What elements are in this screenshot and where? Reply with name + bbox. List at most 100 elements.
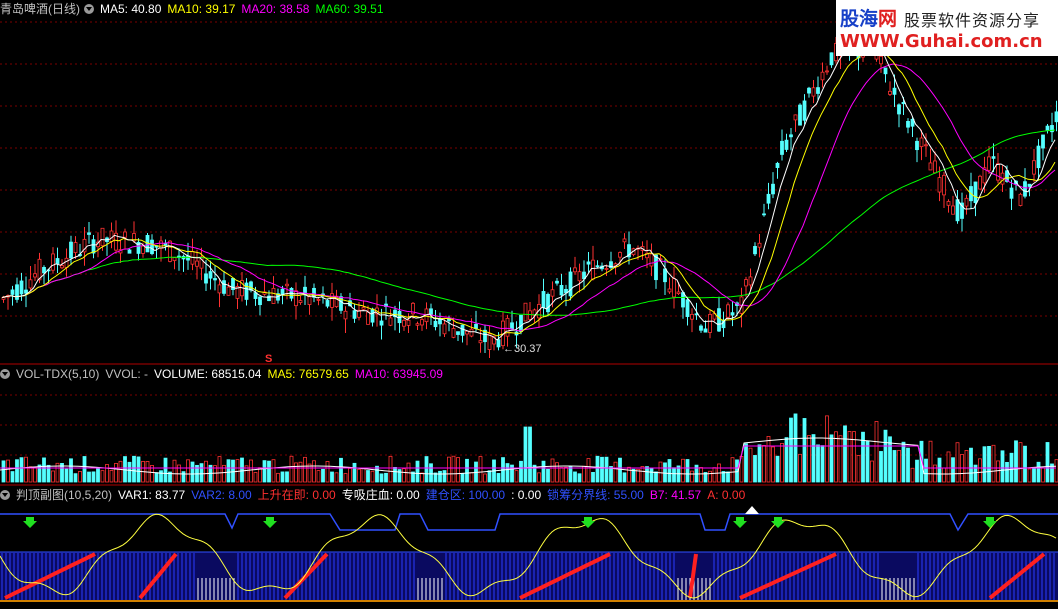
volume-bar [577,473,582,483]
volume-bar [798,453,802,483]
volume-bar [258,467,262,483]
b7-value: B7: 41.57 [649,488,702,502]
volume-bar [82,456,87,483]
stock-chart-canvas[interactable]: ←30.37 S [0,0,1058,609]
logo-slogan: 股票软件资源分享 [904,11,1041,30]
candle-body [793,114,798,121]
candle-body [361,307,366,310]
volume-bar [469,472,474,483]
var2-value: VAR2: 8.00 [191,488,252,502]
candle-body [672,278,676,298]
candle-body [37,258,42,281]
candle-body [820,71,825,81]
candle-body [51,253,55,271]
candle-body [123,231,127,238]
volume-bar [505,463,510,483]
volume-bar [582,465,586,483]
dropdown-icon[interactable] [0,490,10,500]
volume-bar [343,473,348,483]
ma60-line [1,129,1056,316]
volume-bar [429,463,433,483]
dropdown-icon[interactable] [84,4,94,14]
volume-bar [541,460,546,483]
volume-bar [523,426,528,483]
volume-bar [303,456,307,483]
volume-bar [361,467,366,483]
volume-bar [1023,445,1027,483]
volume-bar [366,470,370,483]
candle-body [168,240,172,262]
volume-bar [784,437,789,483]
volume-bar [586,458,591,483]
volume-bar [109,469,114,483]
volume-bar [307,463,312,483]
candle-body [649,253,654,267]
candle-body [942,174,946,196]
volume-bar [154,472,159,483]
candle-body [717,308,721,332]
volume-bar [546,468,550,483]
candle-body [690,313,694,320]
candle-body [42,267,46,274]
volume-bar [937,457,942,483]
dropdown-icon[interactable] [0,369,10,379]
volume-bar [843,425,847,483]
volume-bar [654,471,658,483]
volume-bar [946,451,951,483]
candle-body [825,70,829,73]
top-signal-marker [745,506,759,514]
volume-bar [96,467,100,483]
volume-bar [483,473,487,483]
volume-bar [388,455,393,483]
volume-bar [172,459,177,483]
volume-bar [397,469,402,483]
volume-bar [649,467,654,483]
candle-body [595,265,600,268]
candle-body [784,139,789,150]
main-legend: 青岛啤酒(日线) MA5: 40.80 MA10: 39.17 MA20: 38.58… [0,1,390,17]
volume-bar [762,445,766,483]
volume-bar [249,459,253,483]
volume-bar [298,461,303,483]
volume-bar [730,457,735,483]
candle-body [469,328,474,337]
volume-bar [280,471,285,483]
volume-bar [613,461,618,483]
volume-bar [1018,442,1023,483]
candle-body [100,227,105,247]
candle-body [726,304,730,318]
volume-bar [690,470,694,483]
ma10-value: MA10: 39.17 [167,2,236,16]
volume-bar [915,459,919,483]
volume-bar [906,447,910,483]
volume-bar [159,470,163,483]
volume-bar [901,441,906,483]
volume-bar [883,429,888,483]
volume-bar [465,458,469,483]
candle-body [519,314,523,333]
volume-bar [132,455,136,483]
volume-bar [78,470,82,483]
ind-title: 判顶副图(10,5,20) [16,488,113,502]
candle-body [109,230,114,242]
volume-bar [964,450,969,483]
candle-body [298,300,303,303]
candle-body [244,282,249,300]
volume-bar [793,413,798,483]
candle-body [798,104,802,126]
volume-bar [253,472,258,483]
ma5-line [1,44,1056,341]
lock-value: 锁筹分界线: 55.00 [547,488,644,502]
volume-bar [825,415,829,483]
candle-body [663,268,667,283]
volume-bar [415,460,420,483]
candle-body [811,87,816,97]
volume-bar [834,431,838,483]
candle-body [789,134,793,138]
candle-body [523,302,528,322]
candle-body [456,331,460,335]
volume-bar [357,468,361,483]
volume-bar [519,460,523,483]
volume-bar [64,468,69,483]
candle-body [573,267,577,273]
